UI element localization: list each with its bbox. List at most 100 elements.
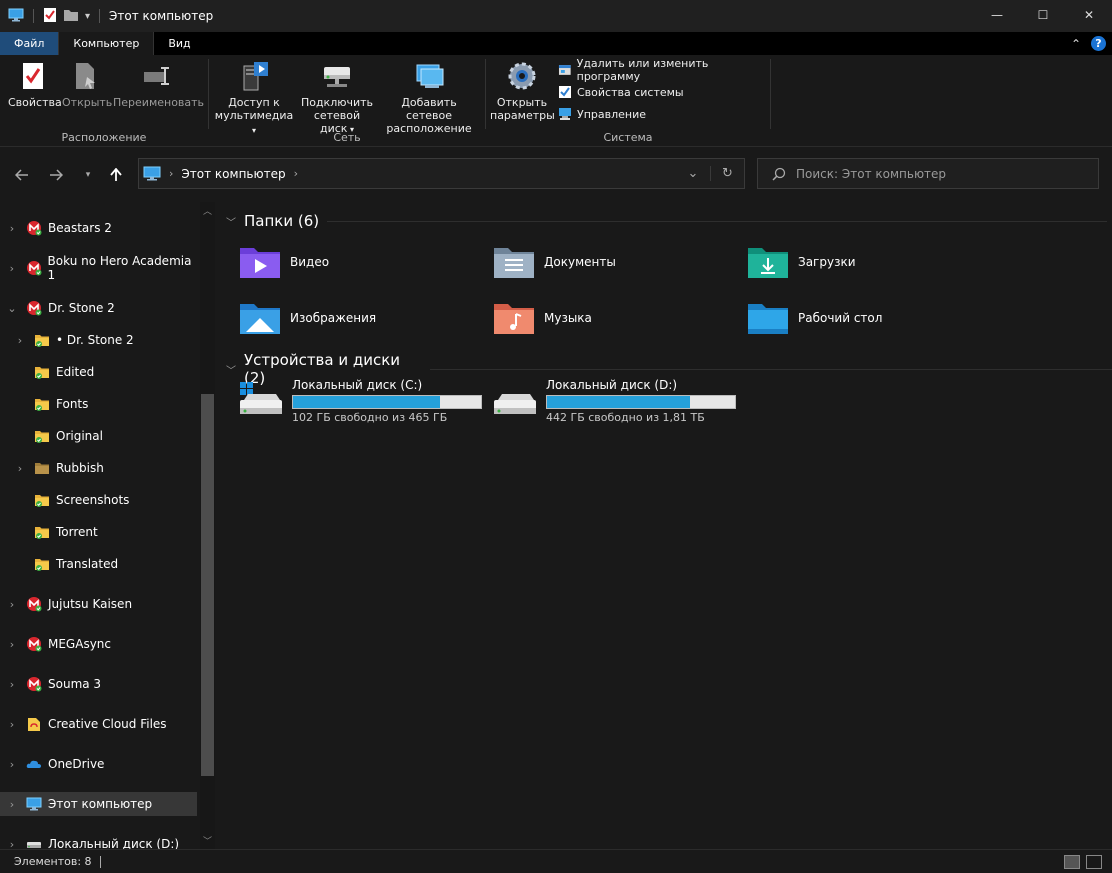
tab-computer[interactable]: Компьютер	[58, 32, 155, 55]
nav-item[interactable]: › Souma 3	[0, 672, 197, 696]
chevron-right-icon[interactable]: ›	[6, 798, 18, 811]
toolbar-separator	[33, 9, 34, 23]
properties-quick-icon[interactable]	[43, 7, 57, 26]
scroll-up-arrow-icon[interactable]: ︿	[200, 204, 215, 217]
minimize-button[interactable]: —	[974, 0, 1020, 30]
recent-locations-button[interactable]: ▾	[78, 165, 98, 185]
folder-downloads[interactable]: Загрузки	[746, 240, 986, 284]
nav-item-label: Torrent	[56, 525, 98, 539]
breadcrumb-chevron-icon[interactable]: ›	[294, 167, 298, 180]
forward-button[interactable]	[46, 165, 66, 185]
back-button[interactable]	[12, 165, 32, 185]
nav-item[interactable]: › Jujutsu Kaisen	[0, 592, 197, 616]
nav-item-label: Screenshots	[56, 493, 130, 507]
chevron-right-icon[interactable]: ›	[6, 758, 18, 771]
open-button[interactable]: Открыть	[62, 59, 112, 109]
breadcrumb-this-pc[interactable]: Этот компьютер	[181, 167, 285, 181]
search-input[interactable]	[796, 166, 1086, 181]
folder-music[interactable]: Музыка	[492, 296, 732, 340]
nav-item[interactable]: › Beastars 2	[0, 216, 197, 240]
system-properties-button[interactable]: Свойства системы	[558, 83, 684, 101]
nav-item[interactable]: ⌄ Dr. Stone 2	[0, 296, 197, 320]
chevron-right-icon[interactable]: ›	[6, 718, 18, 731]
scroll-down-arrow-icon[interactable]: ﹀	[200, 834, 215, 847]
chevron-right-icon[interactable]: ›	[14, 462, 26, 475]
computer-icon	[8, 8, 24, 25]
mega-icon	[26, 676, 42, 692]
nav-item-label: Dr. Stone 2	[48, 301, 115, 315]
address-history-chevron-icon[interactable]: ⌄	[676, 166, 710, 181]
properties-button[interactable]: Свойства	[8, 59, 62, 109]
chevron-right-icon[interactable]: ›	[6, 638, 18, 651]
nav-item[interactable]: › Локальный диск (D:)	[0, 832, 197, 849]
collapse-ribbon-icon[interactable]: ⌃	[1071, 37, 1081, 51]
nav-item[interactable]: › • Dr. Stone 2	[0, 328, 197, 352]
maximize-button[interactable]: ☐	[1020, 0, 1066, 30]
nav-item[interactable]: Edited	[0, 360, 197, 384]
chevron-right-icon[interactable]: ›	[6, 262, 18, 275]
section-divider	[327, 220, 1108, 222]
uninstall-program-button[interactable]: Удалить или изменить программу	[558, 57, 770, 83]
manage-button[interactable]: Управление	[558, 105, 646, 123]
nav-item[interactable]: › Boku no Hero Academia 1	[0, 254, 197, 282]
map-network-drive-button[interactable]: Подключить сетевой диск ▾	[299, 59, 375, 136]
close-button[interactable]: ✕	[1066, 0, 1112, 30]
group-label-network: Сеть	[333, 131, 361, 144]
details-view-icon[interactable]	[1064, 854, 1080, 869]
nav-item-label: Translated	[56, 557, 119, 571]
customize-toolbar-icon[interactable]: ▾	[85, 11, 90, 22]
up-button[interactable]	[106, 165, 126, 185]
open-settings-button[interactable]: Открыть параметры	[490, 59, 555, 122]
nav-item[interactable]: Fonts	[0, 392, 197, 416]
nav-item[interactable]: Translated	[0, 552, 197, 576]
rename-button[interactable]: Переименовать	[113, 59, 204, 109]
nav-item[interactable]: Torrent	[0, 520, 197, 544]
nav-item[interactable]: › OneDrive	[0, 752, 197, 776]
breadcrumb-chevron-icon[interactable]: ›	[169, 167, 173, 180]
search-box[interactable]	[757, 158, 1099, 189]
window-title: Этот компьютер	[109, 9, 214, 23]
folder-pictures[interactable]: Изображения	[238, 296, 478, 340]
nav-item[interactable]: Screenshots	[0, 488, 197, 512]
back-arrow-icon	[15, 169, 28, 181]
tab-file[interactable]: Файл	[0, 32, 59, 55]
chevron-right-icon[interactable]: ›	[14, 334, 26, 347]
refresh-icon[interactable]: ↻	[710, 166, 744, 181]
drive-d[interactable]: Локальный диск (D:) 442 ГБ свободно из 1…	[492, 378, 742, 426]
window-controls: — ☐ ✕	[974, 0, 1112, 30]
title-bar: ▾ Этот компьютер — ☐ ✕	[0, 0, 1112, 32]
nav-item[interactable]: › MEGAsync	[0, 632, 197, 656]
chevron-down-icon[interactable]: ⌄	[6, 302, 18, 315]
mega-icon	[26, 596, 42, 612]
chevron-right-icon[interactable]: ›	[6, 222, 18, 235]
collapse-chevron-icon[interactable]: ﹀	[226, 214, 236, 229]
nav-item[interactable]: › Creative Cloud Files	[0, 712, 197, 736]
network-drive-icon	[321, 59, 353, 93]
items-count: Элементов: 8	[14, 855, 92, 868]
chevron-right-icon[interactable]: ›	[6, 598, 18, 611]
drive-c[interactable]: Локальный диск (C:) 102 ГБ свободно из 4…	[238, 378, 488, 426]
forward-arrow-icon	[50, 169, 63, 181]
new-folder-quick-icon[interactable]	[63, 8, 79, 25]
group-label-system: Система	[603, 131, 653, 144]
add-network-location-button[interactable]: Добавить сетевое расположение	[379, 59, 479, 135]
nav-item[interactable]: › Rubbish	[0, 456, 197, 480]
folder-videos[interactable]: Видео	[238, 240, 478, 284]
folder-desktop[interactable]: Рабочий стол	[746, 296, 986, 340]
nav-item[interactable]: › Этот компьютер	[0, 792, 197, 816]
nav-item[interactable]: Original	[0, 424, 197, 448]
folders-section-header[interactable]: ﹀ Папки (6)	[226, 212, 1108, 230]
ribbon-group-system: Открыть параметры Удалить или изменить п…	[486, 55, 770, 147]
nav-pane-scrollbar[interactable]: ︿ ﹀	[200, 202, 215, 849]
large-icons-view-icon[interactable]	[1086, 854, 1102, 869]
scrollbar-thumb[interactable]	[201, 394, 214, 776]
help-icon[interactable]: ?	[1091, 36, 1106, 51]
synced-folder-icon	[34, 332, 50, 348]
media-access-button[interactable]: Доступ к мультимедиа ▾	[213, 59, 295, 137]
chevron-right-icon[interactable]: ›	[6, 678, 18, 691]
tab-view[interactable]: Вид	[154, 32, 204, 55]
folder-documents[interactable]: Документы	[492, 240, 732, 284]
chevron-right-icon[interactable]: ›	[6, 838, 18, 850]
address-bar[interactable]: › Этот компьютер › ⌄ ↻	[138, 158, 745, 189]
collapse-chevron-icon[interactable]: ﹀	[226, 362, 236, 377]
